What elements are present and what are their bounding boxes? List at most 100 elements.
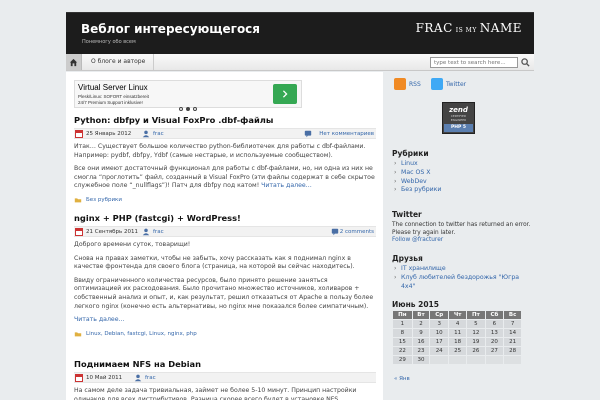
zend-logo: zend: [449, 106, 468, 114]
post-date: 10 Май 2011: [86, 375, 123, 381]
calendar-empty-cell: [466, 355, 486, 365]
twitter-heading: Twitter: [392, 210, 422, 219]
calendar-day: 20: [484, 337, 505, 347]
calendar-empty-cell: [503, 355, 522, 365]
calendar-day-header: Вт: [411, 310, 431, 320]
search-icon: [521, 58, 530, 67]
calendar-day: 21: [503, 337, 522, 347]
site-header: Веблог интересующегося Понемногу обо все…: [66, 12, 534, 54]
comment-icon: [304, 130, 312, 138]
calendar-day-header: Чт: [448, 310, 468, 320]
calendar-day: 17: [429, 337, 450, 347]
search-button[interactable]: [519, 56, 532, 69]
post-title[interactable]: Поднимаем NFS на Debian: [74, 359, 376, 369]
ad-title[interactable]: Virtual Server Linux: [78, 83, 148, 92]
calendar-day-header: Пт: [466, 310, 486, 320]
logo-part-frac: FRAC: [415, 21, 453, 35]
logo-part-name: NAME: [479, 21, 522, 35]
post: Поднимаем NFS на Debian 10 Май 2011 frac…: [74, 359, 376, 400]
calendar-day: 12: [466, 328, 486, 338]
calendar-day: 14: [503, 328, 522, 338]
post-paragraph-text: Все они имеют достаточный функционал для…: [74, 165, 375, 190]
site-description: Понемногу обо всем: [82, 39, 136, 45]
folder-icon: [74, 198, 82, 203]
post: Python: dbfpy и Visual FoxPro .dbf-файлы…: [74, 115, 376, 205]
comment-icon: [331, 228, 339, 236]
search-input[interactable]: [430, 57, 518, 68]
calendar-prev-link[interactable]: « Янв: [394, 376, 410, 382]
calendar-day-header: Вс: [503, 310, 522, 320]
friend-link[interactable]: IT хранилище: [394, 265, 526, 274]
calendar-day: 7: [503, 319, 522, 329]
post-tag-links[interactable]: Linux, Debian, fastcgi, Linux, nginx, ph…: [86, 331, 197, 337]
calendar-day: 29: [392, 355, 413, 365]
post-tag-links[interactable]: Без рубрики: [86, 197, 122, 203]
post-comments-link[interactable]: Нет комментариев: [319, 131, 374, 137]
calendar-day: 15: [392, 337, 413, 347]
calendar-empty-cell: [429, 355, 450, 365]
calendar-head-row: Пн Вт Ср Чт Пт Сб Вс: [392, 310, 522, 320]
post-paragraph: Читать далее…: [74, 316, 376, 325]
post-body: Итак… Существует большое количество pyth…: [74, 143, 376, 191]
post-paragraph: Доброго времени суток, товарищи!: [74, 241, 191, 248]
post-paragraph: На самом деле задача тривиальная, займет…: [74, 387, 357, 400]
calendar: Пн Вт Ср Чт Пт Сб Вс 1 2 3 4 5 6 7 8 9 10 11 12 13 14 15 16 17…: [392, 310, 522, 365]
site-title[interactable]: Веблог интересующегося: [81, 22, 260, 36]
calendar-day-header: Пн: [392, 310, 413, 320]
calendar-day: 22: [392, 346, 413, 356]
post-author[interactable]: frac: [153, 229, 164, 235]
calendar-week-row: 1234567: [392, 319, 522, 329]
ad-dot[interactable]: [193, 107, 197, 111]
calendar-week-row: 29 30: [392, 355, 522, 365]
calendar-day: 6: [484, 319, 505, 329]
chevron-right-icon: [282, 90, 288, 98]
post-author[interactable]: frac: [153, 131, 164, 137]
post-comments-link[interactable]: 2 comments: [340, 229, 374, 235]
ad-dot[interactable]: [179, 107, 183, 111]
twitter-error: The connection to twitter has returned a…: [392, 222, 531, 236]
friend-link[interactable]: Клуб любителей бездорожья "Югра 4x4": [394, 274, 526, 292]
post-meta: 21 Сентябрь 2011 frac 2 comments: [74, 226, 376, 237]
zend-text: CERTIFIED ENGINEER: [450, 114, 467, 122]
sidebar: RSS Twitter zend CERTIFIED ENGINEER PHP …: [386, 72, 534, 400]
rubrics-list: Linux Mac OS X WebDev Без рубрики: [394, 160, 441, 195]
calendar-icon: [75, 130, 83, 138]
rubric-item[interactable]: Без рубрики: [394, 186, 441, 195]
home-button[interactable]: [66, 54, 82, 70]
rubric-item[interactable]: Mac OS X: [394, 169, 441, 178]
twitter-follow-link[interactable]: Follow @fracturer: [392, 237, 443, 243]
navbar: О блоге и авторе: [66, 54, 534, 71]
ad-banner[interactable]: Virtual Server Linux Plesk/Linux: SOFORT…: [74, 80, 302, 111]
rss-icon[interactable]: [394, 78, 406, 90]
frac-logo: FRAC IS MY NAME: [416, 21, 522, 35]
nav-item-about[interactable]: О блоге и авторе: [83, 54, 155, 70]
rss-link[interactable]: RSS: [409, 81, 421, 88]
read-more-link[interactable]: Читать далее…: [261, 182, 312, 189]
calendar-day: 27: [484, 346, 505, 356]
calendar-day: 25: [448, 346, 468, 356]
read-more-link[interactable]: Читать далее…: [74, 316, 125, 323]
twitter-link[interactable]: Twitter: [446, 81, 466, 88]
ad-pagination[interactable]: [179, 107, 197, 111]
ad-dot-active[interactable]: [186, 107, 190, 111]
post-title[interactable]: Python: dbfpy и Visual FoxPro .dbf-файлы: [74, 115, 376, 125]
post-title[interactable]: nginx + PHP (fastcgi) + WordPress!: [74, 213, 376, 223]
zend-certified-badge[interactable]: zend CERTIFIED ENGINEER PHP 5: [442, 102, 475, 134]
rubric-item[interactable]: Linux: [394, 160, 441, 169]
calendar-day: 23: [411, 346, 431, 356]
friends-heading: Друзья: [392, 254, 423, 263]
ad-line1: Plesk/Linux: SOFORT einsatzbereit: [78, 94, 149, 99]
post-author[interactable]: frac: [145, 375, 156, 381]
calendar-day: 8: [392, 328, 413, 338]
ad-arrow-button[interactable]: [273, 84, 297, 104]
rubrics-heading: Рубрики: [392, 149, 429, 158]
twitter-icon[interactable]: [431, 78, 443, 90]
ad-line2: 24/7 Premium Support inklusive!: [78, 100, 143, 105]
calendar-day: 19: [466, 337, 486, 347]
calendar-day: 18: [448, 337, 468, 347]
user-icon: [142, 228, 150, 236]
user-icon: [142, 130, 150, 138]
home-icon: [69, 58, 78, 66]
calendar-day: 11: [448, 328, 468, 338]
calendar-empty-cell: [448, 355, 468, 365]
